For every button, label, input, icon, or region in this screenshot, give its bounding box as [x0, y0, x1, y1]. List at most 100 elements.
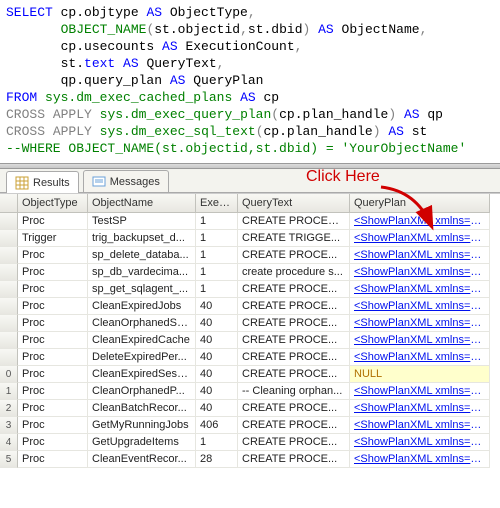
sql-token: FROM [6, 90, 37, 105]
table-row[interactable]: 1ProcCleanOrphanedP...40-- Cleaning orph… [0, 383, 500, 400]
row-selector[interactable] [0, 349, 18, 366]
header-querytext[interactable]: QueryText [238, 194, 350, 213]
sql-token: cp [256, 90, 279, 105]
cell-querytext: CREATE PROCE... [238, 281, 350, 298]
cell-queryplan[interactable]: <ShowPlanXML xmlns="http [350, 417, 490, 434]
cell-objecttype: Proc [18, 247, 88, 264]
header-queryplan[interactable]: QueryPlan [350, 194, 490, 213]
row-selector[interactable]: 3 [0, 417, 18, 434]
cell-querytext: -- Cleaning orphan... [238, 383, 350, 400]
cell-objecttype: Proc [18, 332, 88, 349]
tab-messages[interactable]: Messages [83, 170, 169, 192]
sql-token: , [420, 22, 428, 37]
table-row[interactable]: Procsp_get_sqlagent_...1CREATE PROCE...<… [0, 281, 500, 298]
table-row[interactable]: ProcDeleteExpiredPer...40CREATE PROCE...… [0, 349, 500, 366]
row-selector[interactable] [0, 230, 18, 247]
cell-objecttype: Proc [18, 315, 88, 332]
table-row[interactable]: ProcCleanOrphanedSo...40CREATE PROCE...<… [0, 315, 500, 332]
tab-results[interactable]: Results [6, 171, 79, 193]
table-row[interactable]: 3ProcGetMyRunningJobs406CREATE PROCE...<… [0, 417, 500, 434]
sql-token [45, 124, 53, 139]
sql-token [115, 56, 123, 71]
row-selector[interactable] [0, 247, 18, 264]
row-selector[interactable]: 4 [0, 434, 18, 451]
cell-queryplan[interactable]: <ShowPlanXML xmlns="http [350, 383, 490, 400]
table-row[interactable]: Triggertrig_backupset_d...1CREATE TRIGGE… [0, 230, 500, 247]
cell-queryplan[interactable]: <ShowPlanXML xmlns="http [350, 298, 490, 315]
cell-exec: 1 [196, 230, 238, 247]
tab-results-label: Results [33, 177, 70, 189]
row-selector[interactable] [0, 298, 18, 315]
cell-queryplan[interactable]: <ShowPlanXML xmlns="http [350, 332, 490, 349]
header-objecttype[interactable]: ObjectType [18, 194, 88, 213]
cell-queryplan[interactable]: <ShowPlanXML xmlns="http [350, 315, 490, 332]
cell-objectname: CleanOrphanedSo... [88, 315, 196, 332]
table-row[interactable]: Procsp_delete_databa...1CREATE PROCE...<… [0, 247, 500, 264]
sql-token: --WHERE OBJECT_NAME(st.objectid,st.dbid)… [6, 141, 466, 156]
cell-exec: 40 [196, 332, 238, 349]
sql-token: ) [388, 107, 396, 122]
row-selector[interactable]: 0 [0, 366, 18, 383]
table-row[interactable]: Procsp_db_vardecima...1create procedure … [0, 264, 500, 281]
sql-token: text [84, 56, 115, 71]
cell-queryplan[interactable]: <ShowPlanXML xmlns="http [350, 434, 490, 451]
sql-token: st [404, 124, 427, 139]
sql-token [6, 22, 61, 37]
row-selector[interactable]: 5 [0, 451, 18, 468]
sql-token: st. [6, 56, 84, 71]
sql-token: sys.dm_exec_cached_plans [45, 90, 232, 105]
row-selector[interactable] [0, 264, 18, 281]
cell-queryplan[interactable]: <ShowPlanXML xmlns="http [350, 451, 490, 468]
cell-queryplan[interactable]: <ShowPlanXML xmlns="http [350, 247, 490, 264]
sql-token: sys.dm_exec_sql_text [100, 124, 256, 139]
table-row[interactable]: 5ProcCleanEventRecor...28CREATE PROCE...… [0, 451, 500, 468]
sql-token: AS [318, 22, 334, 37]
row-selector[interactable] [0, 332, 18, 349]
cell-objecttype: Proc [18, 213, 88, 230]
cell-querytext: CREATE PROCE... [238, 349, 350, 366]
cell-objectname: GetMyRunningJobs [88, 417, 196, 434]
cell-objecttype: Proc [18, 417, 88, 434]
row-selector[interactable] [0, 213, 18, 230]
table-row[interactable]: ProcCleanExpiredJobs40CREATE PROCE...<Sh… [0, 298, 500, 315]
sql-token: , [295, 39, 303, 54]
cell-exec: 1 [196, 434, 238, 451]
table-row[interactable]: ProcTestSP1CREATE PROCED...<ShowPlanXML … [0, 213, 500, 230]
sql-editor[interactable]: SELECT cp.objtype AS ObjectType, OBJECT_… [0, 0, 500, 163]
grid-icon [15, 176, 29, 190]
sql-token: , [240, 22, 248, 37]
tab-messages-label: Messages [110, 176, 160, 188]
cell-queryplan[interactable]: <ShowPlanXML xmlns="http [350, 349, 490, 366]
sql-token [45, 107, 53, 122]
row-selector[interactable] [0, 281, 18, 298]
table-row[interactable]: 2ProcCleanBatchRecor...40CREATE PROCE...… [0, 400, 500, 417]
cell-objectname: DeleteExpiredPer... [88, 349, 196, 366]
cell-querytext: CREATE PROCE... [238, 298, 350, 315]
cell-queryplan[interactable]: <ShowPlanXML xmlns="http [350, 281, 490, 298]
table-row[interactable]: ProcCleanExpiredCache40CREATE PROCE...<S… [0, 332, 500, 349]
sql-token: st.objectid [154, 22, 240, 37]
cell-queryplan[interactable]: <ShowPlanXML xmlns="http [350, 400, 490, 417]
header-exec[interactable]: Exec... [196, 194, 238, 213]
cell-queryplan[interactable]: <ShowPlanXML xmlns="http [350, 213, 490, 230]
cell-exec: 40 [196, 383, 238, 400]
cell-exec: 1 [196, 281, 238, 298]
cell-querytext: CREATE PROCE... [238, 315, 350, 332]
row-selector[interactable]: 2 [0, 400, 18, 417]
row-selector[interactable] [0, 315, 18, 332]
row-selector[interactable]: 1 [0, 383, 18, 400]
sql-token: sys.dm_exec_query_plan [100, 107, 272, 122]
cell-objectname: CleanExpiredCache [88, 332, 196, 349]
cell-objectname: CleanExpiredSess... [88, 366, 196, 383]
cell-exec: 406 [196, 417, 238, 434]
table-row[interactable]: 0ProcCleanExpiredSess...40CREATE PROCE..… [0, 366, 500, 383]
cell-queryplan[interactable]: <ShowPlanXML xmlns="http [350, 264, 490, 281]
cell-objecttype: Proc [18, 434, 88, 451]
header-objectname[interactable]: ObjectName [88, 194, 196, 213]
sql-token [310, 22, 318, 37]
results-grid[interactable]: ObjectType ObjectName Exec... QueryText … [0, 193, 500, 468]
cell-objecttype: Proc [18, 400, 88, 417]
table-row[interactable]: 4ProcGetUpgradeItems1CREATE PROCE...<Sho… [0, 434, 500, 451]
sql-token: QueryPlan [185, 73, 263, 88]
cell-queryplan[interactable]: <ShowPlanXML xmlns="http [350, 230, 490, 247]
